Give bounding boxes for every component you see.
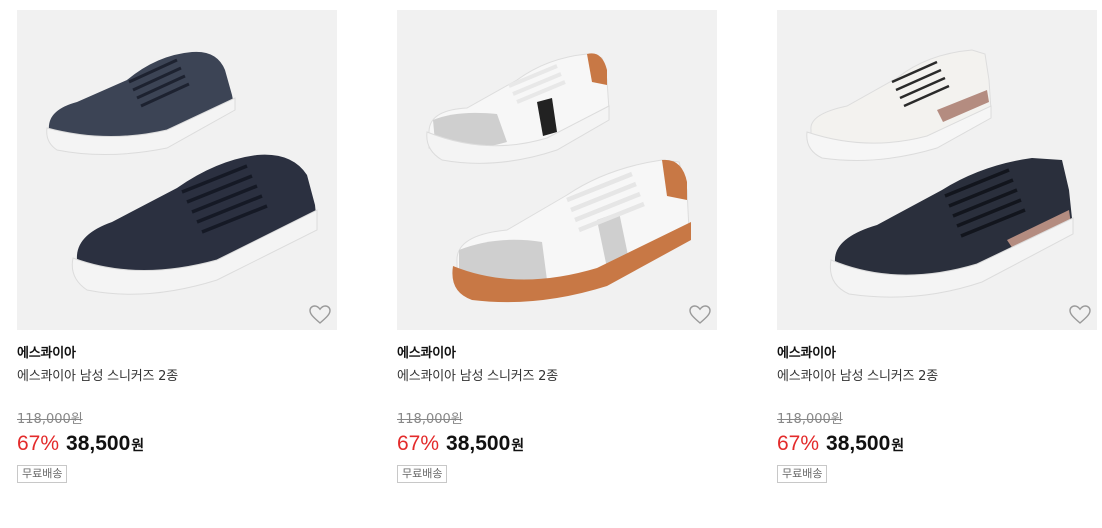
product-title[interactable]: 에스콰이아 남성 스니커즈 2종 — [777, 368, 1097, 386]
sale-price: 38,500 — [446, 432, 511, 455]
currency-unit: 원 — [131, 438, 145, 454]
product-image[interactable] — [397, 10, 717, 330]
sneaker-navy-image — [46, 51, 318, 295]
product-image[interactable] — [17, 10, 337, 330]
product-title[interactable]: 에스콰이아 남성 스니커즈 2종 — [397, 368, 717, 386]
original-price: 118,000원 — [397, 412, 463, 427]
product-card[interactable]: 에스콰이아 에스콰이아 남성 스니커즈 2종 118,000원 67% 38,5… — [777, 10, 1097, 483]
brand-name: 에스콰이아 — [17, 346, 76, 361]
price-row: 67% 38,500 원 — [17, 432, 337, 460]
sneaker-white-navy-image — [806, 49, 1074, 298]
original-price: 118,000원 — [777, 412, 843, 427]
currency-unit: 원 — [891, 438, 905, 454]
discount-rate: 67% — [777, 432, 820, 455]
discount-rate: 67% — [397, 432, 440, 455]
sale-price: 38,500 — [66, 432, 131, 455]
product-card[interactable]: 에스콰이아 에스콰이아 남성 스니커즈 2종 118,000원 67% 38,5… — [17, 10, 337, 483]
price-row: 67% 38,500 원 — [397, 432, 717, 460]
discount-rate: 67% — [17, 432, 60, 455]
sneaker-white-gum-image — [426, 53, 691, 303]
product-image[interactable] — [777, 10, 1097, 330]
free-shipping-badge: 무료배송 — [397, 465, 448, 483]
heart-icon[interactable] — [307, 302, 333, 328]
brand-name: 에스콰이아 — [397, 346, 456, 361]
price-row: 67% 38,500 원 — [777, 432, 1097, 460]
sale-price: 38,500 — [826, 432, 891, 455]
product-title[interactable]: 에스콰이아 남성 스니커즈 2종 — [17, 368, 337, 386]
heart-icon[interactable] — [687, 302, 713, 328]
currency-unit: 원 — [511, 438, 525, 454]
original-price: 118,000원 — [17, 412, 83, 427]
free-shipping-badge: 무료배송 — [17, 465, 68, 483]
heart-icon[interactable] — [1067, 302, 1093, 328]
brand-name: 에스콰이아 — [777, 346, 836, 361]
free-shipping-badge: 무료배송 — [777, 465, 828, 483]
product-card[interactable]: 에스콰이아 에스콰이아 남성 스니커즈 2종 118,000원 67% 38,5… — [397, 10, 717, 483]
